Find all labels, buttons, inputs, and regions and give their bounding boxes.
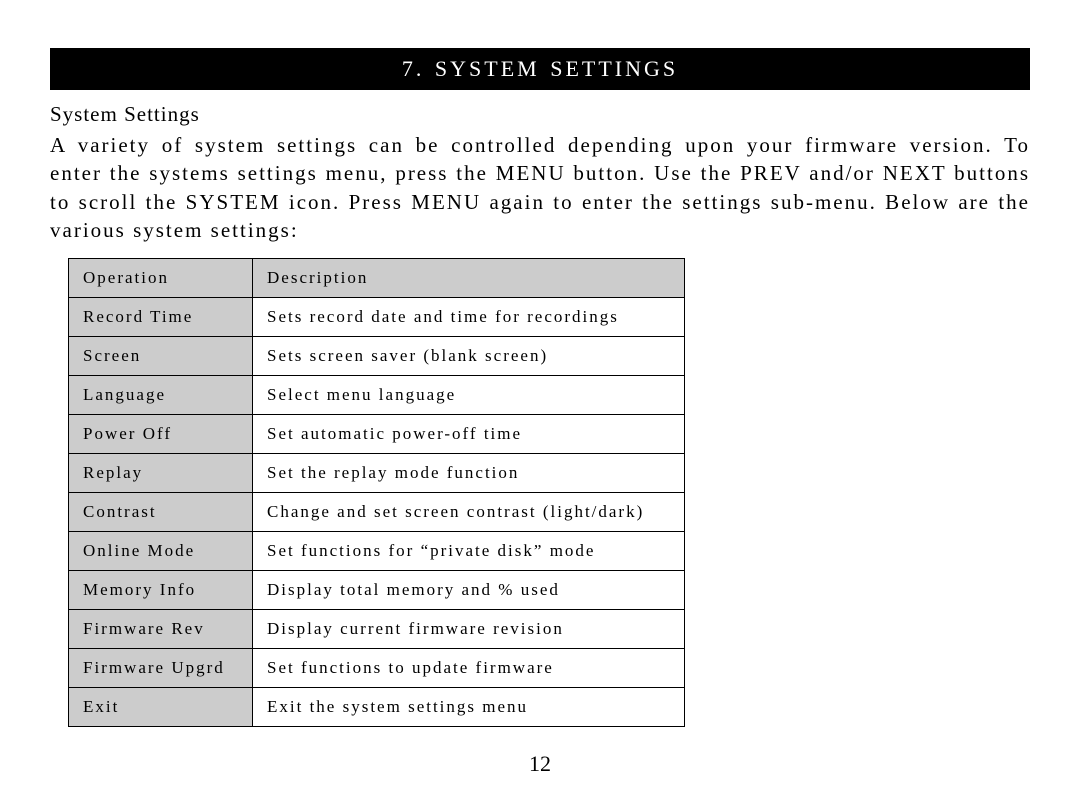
table-row: Online Mode Set functions for “private d… (69, 532, 685, 571)
settings-table: Operation Description Record Time Sets r… (68, 258, 685, 727)
cell-description: Sets record date and time for recordings (253, 298, 685, 337)
cell-description: Exit the system settings menu (253, 688, 685, 727)
cell-operation: Power Off (69, 415, 253, 454)
table-row: Memory Info Display total memory and % u… (69, 571, 685, 610)
column-header-operation: Operation (69, 259, 253, 298)
cell-description: Set the replay mode function (253, 454, 685, 493)
cell-operation: Record Time (69, 298, 253, 337)
cell-operation: Contrast (69, 493, 253, 532)
cell-operation: Screen (69, 337, 253, 376)
table-row: Power Off Set automatic power-off time (69, 415, 685, 454)
table-row: Screen Sets screen saver (blank screen) (69, 337, 685, 376)
cell-description: Set functions for “private disk” mode (253, 532, 685, 571)
table-row: Firmware Rev Display current firmware re… (69, 610, 685, 649)
cell-operation: Online Mode (69, 532, 253, 571)
cell-description: Set automatic power-off time (253, 415, 685, 454)
cell-operation: Language (69, 376, 253, 415)
cell-operation: Firmware Rev (69, 610, 253, 649)
table-row: Replay Set the replay mode function (69, 454, 685, 493)
section-header: 7. SYSTEM SETTINGS (50, 48, 1030, 90)
column-header-description: Description (253, 259, 685, 298)
cell-operation: Firmware Upgrd (69, 649, 253, 688)
table-header-row: Operation Description (69, 259, 685, 298)
section-subtitle: System Settings (50, 102, 1030, 127)
cell-operation: Memory Info (69, 571, 253, 610)
table-row: Language Select menu language (69, 376, 685, 415)
cell-operation: Exit (69, 688, 253, 727)
cell-operation: Replay (69, 454, 253, 493)
table-row: Exit Exit the system settings menu (69, 688, 685, 727)
page-number: 12 (50, 751, 1030, 777)
table-row: Contrast Change and set screen contrast … (69, 493, 685, 532)
table-row: Record Time Sets record date and time fo… (69, 298, 685, 337)
cell-description: Display current firmware revision (253, 610, 685, 649)
intro-paragraph: A variety of system settings can be cont… (50, 131, 1030, 244)
cell-description: Change and set screen contrast (light/da… (253, 493, 685, 532)
cell-description: Display total memory and % used (253, 571, 685, 610)
cell-description: Select menu language (253, 376, 685, 415)
cell-description: Set functions to update firmware (253, 649, 685, 688)
cell-description: Sets screen saver (blank screen) (253, 337, 685, 376)
table-row: Firmware Upgrd Set functions to update f… (69, 649, 685, 688)
